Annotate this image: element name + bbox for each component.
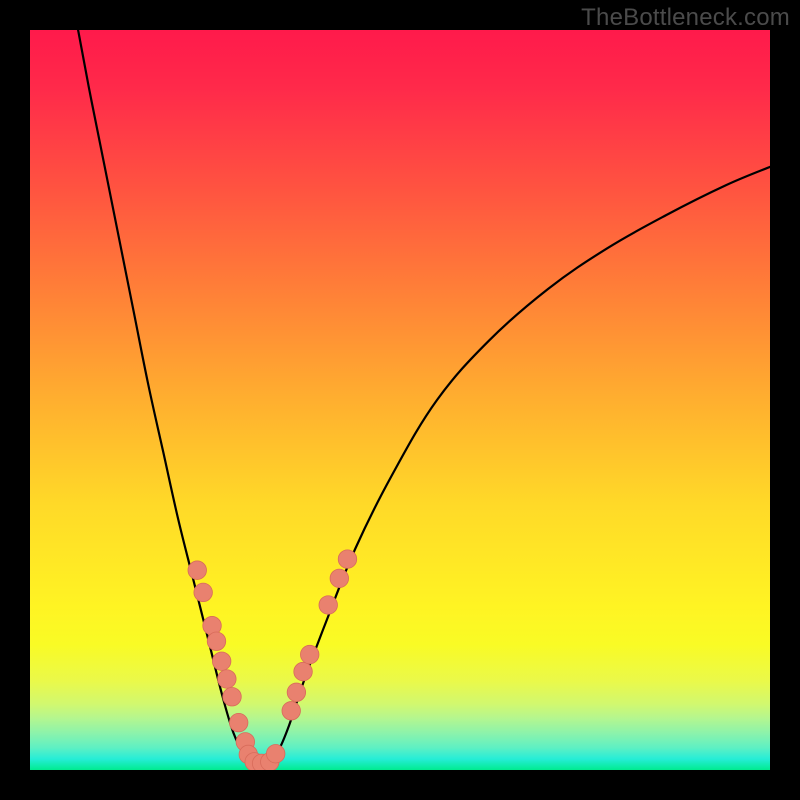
data-marker xyxy=(338,550,357,569)
data-marker xyxy=(330,569,349,588)
curve-left-branch xyxy=(78,30,256,764)
chart-frame: TheBottleneck.com xyxy=(0,0,800,800)
plot-area xyxy=(30,30,770,770)
data-marker xyxy=(212,652,231,671)
data-marker xyxy=(223,687,242,706)
data-marker xyxy=(294,662,313,681)
watermark-text: TheBottleneck.com xyxy=(581,4,790,32)
chart-svg xyxy=(30,30,770,770)
data-marker xyxy=(300,645,319,664)
curve-right-branch xyxy=(267,167,770,764)
data-marker xyxy=(282,702,301,721)
data-marker xyxy=(287,683,306,702)
data-marker xyxy=(218,670,237,689)
data-marker xyxy=(207,632,226,651)
data-marker xyxy=(319,596,338,615)
data-marker xyxy=(266,744,285,763)
data-marker xyxy=(229,713,248,732)
data-marker xyxy=(188,561,207,580)
data-marker xyxy=(194,583,213,602)
